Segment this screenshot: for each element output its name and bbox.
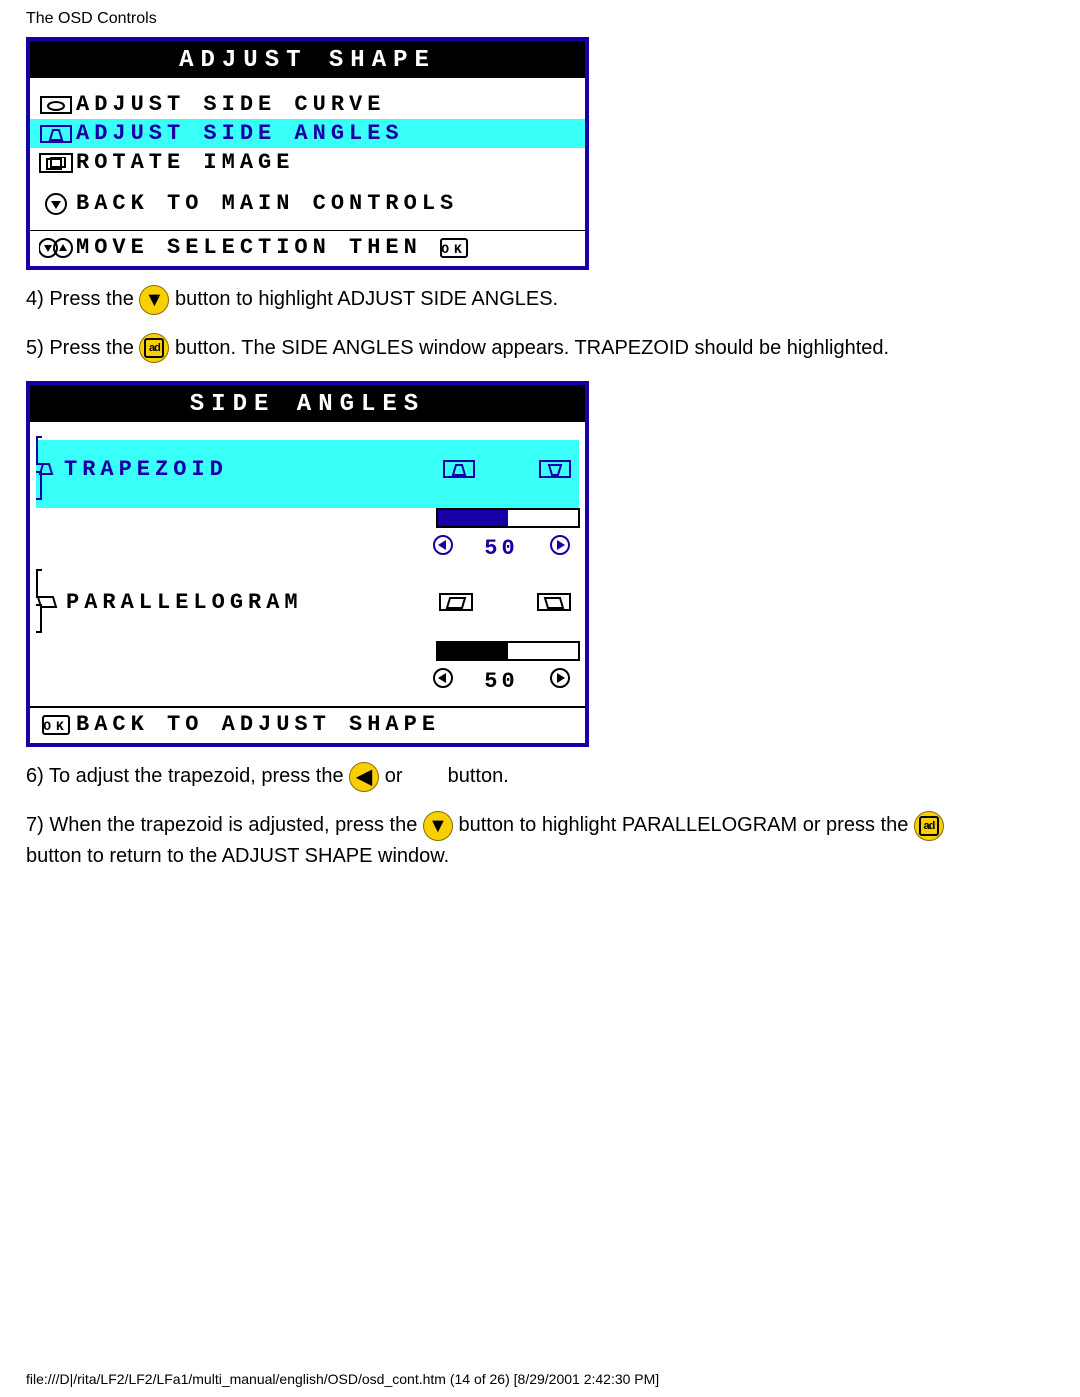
down-in-circle-icon [36,192,76,216]
para-right-icon [537,593,571,611]
step-7: 7) When the trapezoid is adjusted, press… [26,810,1054,871]
osd-title: SIDE ANGLES [30,385,585,422]
svg-text:OK: OK [441,242,467,257]
parallelogram-icon [36,573,58,631]
row-parallelogram[interactable]: PARALLELOGRAM 50 [36,573,579,696]
osd-footer: MOVE SELECTION THEN OK [30,230,585,266]
right-in-circle-icon [549,667,571,696]
menu-label: BACK TO MAIN CONTROLS [76,191,458,216]
parallel-bar [436,641,580,661]
back-label: BACK TO ADJUST SHAPE [76,712,440,737]
step-6: 6) To adjust the trapezoid, press the ◀ … [26,761,1054,792]
trap-narrow-icon [443,460,475,478]
trapezoid-bar [436,508,580,528]
step-5: 5) Press the ad button. The SIDE ANGLES … [26,333,1054,364]
trapezoid-value: 50 [454,536,549,561]
right-in-circle-icon [549,534,571,563]
osd-back[interactable]: OK BACK TO ADJUST SHAPE [30,706,585,743]
ok-box-icon: OK [36,715,76,735]
down-button-icon: ▼ [139,285,169,315]
page-footer: file:///D|/rita/LF2/LF2/LFa1/multi_manua… [26,1371,659,1387]
menu-label: ROTATE IMAGE [76,150,294,175]
trap-wide-icon [539,460,571,478]
osd-adjust-shape: ADJUST SHAPE ADJUST SIDE CURVE ADJUST SI… [26,37,589,270]
row-label: TRAPEZOID [64,457,228,482]
osd-side-angles: SIDE ANGLES TRAPEZOID 50 [26,381,589,747]
updown-icon [36,236,76,260]
left-button-icon: ◀ [349,762,379,792]
side-angles-icon [36,125,76,143]
menu-item-side-curve[interactable]: ADJUST SIDE CURVE [30,90,585,119]
down-button-icon: ▼ [423,811,453,841]
menu-label: ADJUST SIDE CURVE [76,92,385,117]
row-label: PARALLELOGRAM [66,590,303,615]
step-4: 4) Press the ▼ button to highlight ADJUS… [26,284,1054,315]
svg-text:OK: OK [43,719,69,734]
menu-item-side-angles[interactable]: ADJUST SIDE ANGLES [30,119,585,148]
para-left-icon [439,593,473,611]
parallel-value: 50 [454,669,549,694]
left-in-circle-icon [432,667,454,696]
menu-item-rotate[interactable]: ROTATE IMAGE [30,148,585,177]
row-trapezoid[interactable]: TRAPEZOID 50 [36,440,579,563]
osd-title: ADJUST SHAPE [30,41,585,78]
rotate-icon [36,153,76,173]
ok-box-icon: OK [434,238,474,258]
ok-button-icon: ad [139,333,169,363]
side-curve-icon [36,96,76,114]
ok-button-icon: ad [914,811,944,841]
trapezoid-icon [36,440,56,498]
page-header: The OSD Controls [0,0,1080,33]
footer-text: MOVE SELECTION THEN [76,235,422,260]
menu-label: ADJUST SIDE ANGLES [76,121,404,146]
menu-back[interactable]: BACK TO MAIN CONTROLS [30,189,585,218]
left-in-circle-icon [432,534,454,563]
